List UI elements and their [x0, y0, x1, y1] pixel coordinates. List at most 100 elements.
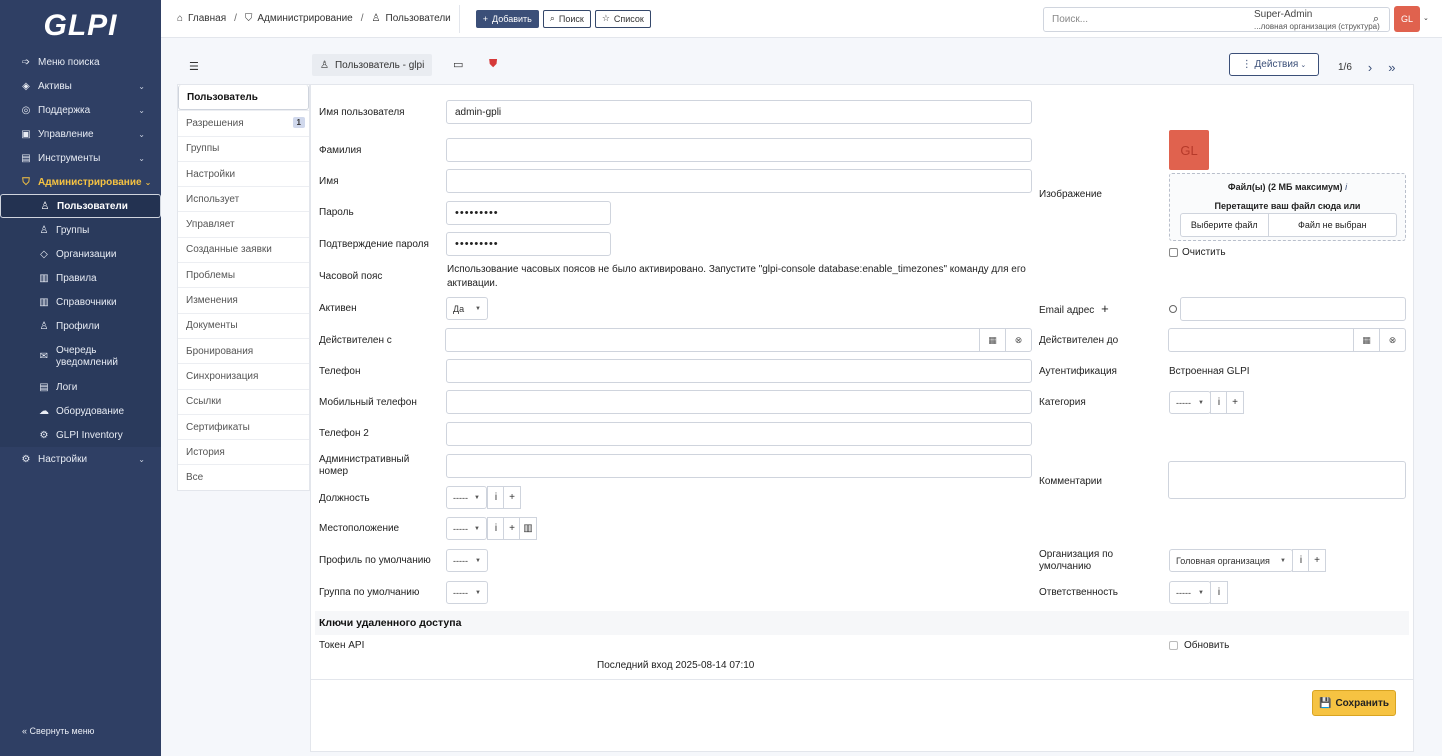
sidebar-item-administration[interactable]: ⛉ Администрирование ⌄: [0, 170, 161, 194]
plus-icon[interactable]: +: [1101, 301, 1109, 316]
sidebar-subitem-entities[interactable]: ◇ Организации: [0, 242, 161, 266]
sidebar-item-assets[interactable]: ◈ Активы ⌄: [0, 74, 161, 98]
cloud-icon: ☁: [39, 405, 49, 417]
gear-icon: ⚙: [39, 429, 49, 441]
chevron-down-icon: ⌄: [138, 81, 145, 91]
trash-icon[interactable]: ⛊: [489, 58, 497, 71]
default-group-select[interactable]: ----- ▼: [446, 581, 488, 604]
email-default-radio[interactable]: [1169, 305, 1177, 313]
form-tab[interactable]: Пользователь: [178, 85, 309, 111]
comments-textarea[interactable]: [1168, 461, 1406, 499]
valid-until-input[interactable]: ▦ ⊗: [1168, 328, 1406, 352]
email-input[interactable]: [1180, 297, 1406, 321]
tab-user-main[interactable]: ♙ Пользователь - glpi: [312, 54, 433, 76]
firstname-input[interactable]: [446, 169, 1032, 193]
plus-icon[interactable]: +: [1308, 549, 1326, 572]
sidebar-item-management[interactable]: ▣ Управление ⌄: [0, 122, 161, 146]
api-token-label: Токен API: [319, 640, 365, 651]
checkbox-icon: [1169, 247, 1178, 257]
form-tab[interactable]: Использует: [178, 186, 309, 211]
sidebar-item-settings[interactable]: ⚙ Настройки ⌄: [0, 447, 161, 471]
refresh-token-checkbox[interactable]: Обновить: [1169, 640, 1229, 652]
title-label: Должность: [319, 493, 370, 504]
sidebar-subitem-users[interactable]: ♙ Пользователи: [0, 194, 161, 218]
clear-icon[interactable]: ⊗: [1379, 328, 1405, 352]
active-select[interactable]: Да ▼: [446, 297, 488, 320]
form-tab[interactable]: Сертификаты: [178, 413, 309, 439]
list-button[interactable]: ☆ Список: [594, 9, 651, 28]
mobile-input[interactable]: [446, 390, 1032, 414]
form-tab[interactable]: Синхронизация: [178, 363, 309, 388]
form-tab[interactable]: Созданные заявки: [178, 236, 309, 262]
plus-icon: +: [482, 13, 489, 24]
valid-until-label: Действителен до: [1039, 335, 1119, 346]
default-profile-select[interactable]: ----- ▼: [446, 549, 488, 572]
plus-icon[interactable]: +: [1226, 391, 1244, 414]
category-select[interactable]: ----- ▼: [1169, 391, 1211, 414]
sidebar-item-support[interactable]: ◎ Поддержка ⌄: [0, 98, 161, 122]
password-input[interactable]: •••••••••: [446, 201, 611, 225]
choose-file-button[interactable]: Выберите файл: [1181, 214, 1269, 236]
breadcrumb-users[interactable]: Пользователи: [386, 13, 451, 24]
search-button[interactable]: ⌕ Поиск: [542, 9, 591, 28]
sidebar-subitem-profiles[interactable]: ♙ Профили: [0, 314, 161, 338]
collapse-menu-button[interactable]: « Свернуть меню: [22, 726, 94, 736]
list-toggle-icon[interactable]: ☰: [189, 60, 199, 73]
id-card-icon[interactable]: ▭: [453, 58, 463, 71]
map-icon[interactable]: ▥: [519, 517, 537, 540]
location-select[interactable]: ----- ▼: [446, 517, 487, 540]
save-button[interactable]: 💾 Сохранить: [1312, 690, 1396, 716]
user-menu[interactable]: Super-Admin ...ловная организация (струк…: [1254, 9, 1380, 31]
valid-from-input[interactable]: ▦ ⊗: [445, 328, 1032, 352]
form-tab[interactable]: Бронирования: [178, 337, 309, 363]
form-tab[interactable]: Настройки: [178, 160, 309, 186]
sidebar-subitem-dropdowns[interactable]: ▥ Справочники: [0, 290, 161, 314]
form-tab[interactable]: Управляет: [178, 211, 309, 236]
info-icon[interactable]: i: [1345, 182, 1347, 192]
admin-number-input[interactable]: [446, 454, 1032, 478]
sidebar-subitem-equipment[interactable]: ☁ Оборудование: [0, 399, 161, 423]
phone2-input[interactable]: [446, 422, 1032, 446]
phone-input[interactable]: [446, 359, 1032, 383]
file-dropzone[interactable]: Файл(ы) (2 МБ максимум) i Перетащите ваш…: [1169, 173, 1406, 241]
lastname-input[interactable]: [446, 138, 1032, 162]
breadcrumb-home[interactable]: Главная: [188, 13, 226, 24]
add-button[interactable]: + Добавить: [475, 9, 539, 28]
sidebar-subitem-rules[interactable]: ▥ Правила: [0, 266, 161, 290]
glpi-logo[interactable]: GLPI: [0, 0, 161, 52]
sidebar-item-search-menu[interactable]: ➩ Меню поиска: [0, 50, 161, 74]
sidebar-subitem-groups[interactable]: ♙ Группы: [0, 218, 161, 242]
default-entity-select[interactable]: Головная организация ▼: [1169, 549, 1293, 572]
form-tab[interactable]: Разрешения 1: [178, 110, 309, 135]
last-icon[interactable]: »: [1388, 60, 1395, 75]
password-confirm-input[interactable]: •••••••••: [446, 232, 611, 256]
sidebar-subitem-logs[interactable]: ▤ Логи: [0, 375, 161, 399]
form-tab[interactable]: Группы: [178, 135, 309, 161]
avatar[interactable]: GL: [1394, 6, 1420, 32]
form-tab[interactable]: История: [178, 439, 309, 464]
form-tab[interactable]: Изменения: [178, 287, 309, 312]
calendar-icon[interactable]: ▦: [979, 328, 1005, 352]
title-select[interactable]: ----- ▼: [446, 486, 487, 509]
form-tab[interactable]: Все: [178, 464, 309, 489]
form-tab[interactable]: Проблемы: [178, 262, 309, 287]
password-confirm-label: Подтверждение пароля: [319, 239, 429, 250]
form-tab[interactable]: Документы: [178, 312, 309, 338]
breadcrumb-administration[interactable]: Администрирование: [257, 13, 352, 24]
clear-icon[interactable]: ⊗: [1005, 328, 1031, 352]
sidebar-subitem-notification-queue[interactable]: ✉ Очередь уведомлений: [0, 338, 161, 375]
responsible-select[interactable]: ----- ▼: [1169, 581, 1211, 604]
next-icon[interactable]: ›: [1368, 60, 1372, 75]
box-icon: ◈: [22, 80, 30, 92]
sidebar-item-tools[interactable]: ▤ Инструменты ⌄: [0, 146, 161, 170]
actions-button[interactable]: ⋮ Действия ⌄: [1229, 53, 1319, 76]
clear-picture-checkbox[interactable]: Очистить: [1169, 247, 1226, 259]
calendar-icon[interactable]: ▦: [1353, 328, 1379, 352]
sidebar-subitem-glpi-inventory[interactable]: ⚙ GLPI Inventory: [0, 423, 161, 447]
username-input[interactable]: admin-gpli: [446, 100, 1032, 124]
category-label: Категория: [1039, 397, 1086, 408]
form-tab[interactable]: Ссылки: [178, 388, 309, 414]
plus-icon[interactable]: +: [503, 486, 521, 509]
info-icon[interactable]: i: [1210, 581, 1228, 604]
file-input[interactable]: Выберите файл Файл не выбран: [1180, 213, 1397, 237]
